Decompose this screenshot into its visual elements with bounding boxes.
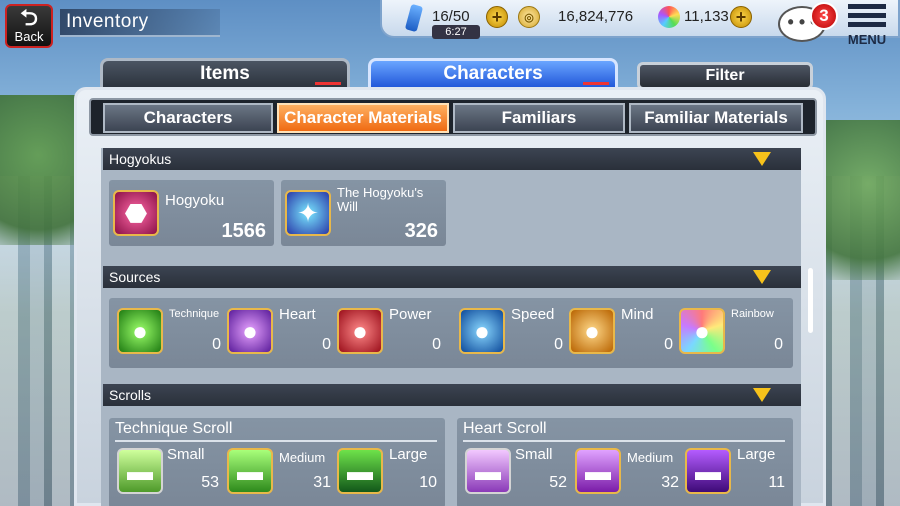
technique-scroll-small-icon: ▬ (117, 448, 163, 494)
dropdown-arrow-icon (753, 152, 771, 166)
hogyoku-icon: ⬣ (113, 190, 159, 236)
source-technique-name: Technique (169, 308, 220, 320)
subtab-familiar-materials[interactable]: Familiar Materials (629, 103, 803, 133)
menu-button[interactable]: MENU (842, 4, 892, 48)
heart-scroll-medium-icon: ▬ (575, 448, 621, 494)
back-button[interactable]: ⮌ Back (5, 4, 53, 48)
mind-source-icon: ● (569, 308, 615, 354)
source-mind-name: Mind (621, 306, 654, 323)
back-arrow-icon: ⮌ (20, 5, 38, 30)
section-title: Sources (109, 269, 161, 285)
subtab-characters[interactable]: Characters (103, 103, 273, 133)
section-title: Scrolls (109, 387, 152, 403)
back-label: Back (14, 29, 44, 44)
scroll-name: Large (389, 446, 428, 463)
technique-scroll-large-icon: ▬ (337, 448, 383, 494)
scroll-qty: 52 (549, 474, 567, 491)
menu-icon (848, 4, 886, 28)
inventory-panel: Characters Character Materials Familiars… (74, 87, 826, 506)
page-title-bar: Inventory (60, 9, 220, 37)
speed-source-icon: ● (459, 308, 505, 354)
coin-icon: ◎ (518, 6, 540, 28)
heart-scroll-small-icon: ▬ (465, 448, 511, 494)
item-hogyoku[interactable]: ⬣ Hogyoku 1566 (109, 180, 274, 246)
scroll-name: Small (167, 446, 205, 463)
source-power-name: Power (389, 306, 432, 323)
technique-source-icon: ● (117, 308, 163, 354)
stamina-icon (404, 3, 424, 33)
heart-scroll-group: Heart Scroll ▬ Small 52 ▬ Medium 32 ▬ La… (457, 418, 793, 506)
power-source-icon: ● (337, 308, 383, 354)
scroll-qty: 31 (313, 474, 331, 491)
hogyoku-will-icon: ✦ (285, 190, 331, 236)
dropdown-arrow-icon (753, 270, 771, 284)
item-hogyoku-will[interactable]: ✦ The Hogyoku's Will 326 (281, 180, 446, 246)
scroll-name: Medium (627, 450, 674, 465)
scroll-qty: 10 (419, 474, 437, 491)
page-title: Inventory (66, 11, 149, 32)
filter-button[interactable]: Filter (637, 62, 813, 90)
heart-source-icon: ● (227, 308, 273, 354)
technique-scroll-title: Technique Scroll (115, 420, 437, 442)
subtab-familiars[interactable]: Familiars (453, 103, 625, 133)
tab-items-label: Items (200, 63, 250, 84)
add-orbs-plus-icon[interactable]: + (730, 6, 752, 28)
tab-accent (583, 82, 609, 85)
scroll-name: Medium (279, 450, 326, 465)
source-technique-qty: 0 (212, 336, 221, 353)
source-speed-name: Speed (511, 306, 555, 323)
scroll-name: Large (737, 446, 776, 463)
tab-characters-label: Characters (443, 63, 543, 84)
stamina-value: 16/50 (432, 8, 470, 25)
source-heart-qty: 0 (322, 336, 331, 353)
source-rainbow-name: Rainbow (731, 308, 774, 320)
spirit-orbs-value: 11,133 (684, 8, 729, 25)
source-power-qty: 0 (432, 336, 441, 353)
heart-scroll-large-icon: ▬ (685, 448, 731, 494)
spirit-orb-icon (658, 6, 680, 28)
add-stamina-plus-icon[interactable]: + (486, 6, 508, 28)
tab-characters[interactable]: Characters (368, 58, 618, 88)
section-title: Hogyokus (109, 151, 172, 167)
item-name: The Hogyoku's Will (337, 185, 424, 214)
notification-badge: 3 (810, 2, 838, 30)
background-trees-right (820, 120, 900, 280)
technique-scroll-group: Technique Scroll ▬ Small 53 ▬ Medium 31 … (109, 418, 445, 506)
coins-value: 16,824,776 (558, 8, 634, 25)
tab-items[interactable]: Items (100, 58, 350, 88)
tab-accent (315, 82, 341, 85)
source-rainbow-qty: 0 (774, 336, 783, 353)
stamina-timer: 6:27 (432, 25, 480, 39)
scroll-qty: 32 (661, 474, 679, 491)
scroll-name: Small (515, 446, 553, 463)
dropdown-arrow-icon (753, 388, 771, 402)
materials-list[interactable]: Hogyokus ⬣ Hogyoku 1566 ✦ The Hogyoku's … (101, 148, 801, 506)
item-qty: 1566 (221, 220, 267, 242)
section-header-scrolls[interactable]: Scrolls (103, 384, 801, 406)
item-qty: 326 (404, 220, 438, 242)
source-heart-name: Heart (279, 306, 316, 323)
rainbow-source-icon: ● (679, 308, 725, 354)
menu-label: MENU (847, 32, 887, 47)
scroll-qty: 53 (201, 474, 219, 491)
sources-row: ● Technique 0 ● Heart 0 ● Power 0 ● Spee… (109, 298, 793, 368)
section-header-hogyokus[interactable]: Hogyokus (103, 148, 801, 170)
source-mind-qty: 0 (664, 336, 673, 353)
scroll-qty: 11 (768, 474, 785, 491)
heart-scroll-title: Heart Scroll (463, 420, 785, 442)
list-scrollbar[interactable] (808, 268, 813, 333)
section-header-sources[interactable]: Sources (103, 266, 801, 288)
item-name: Hogyoku (165, 192, 225, 209)
technique-scroll-medium-icon: ▬ (227, 448, 273, 494)
subtab-bar: Characters Character Materials Familiars… (89, 98, 817, 136)
subtab-character-materials[interactable]: Character Materials (277, 103, 449, 133)
source-speed-qty: 0 (554, 336, 563, 353)
